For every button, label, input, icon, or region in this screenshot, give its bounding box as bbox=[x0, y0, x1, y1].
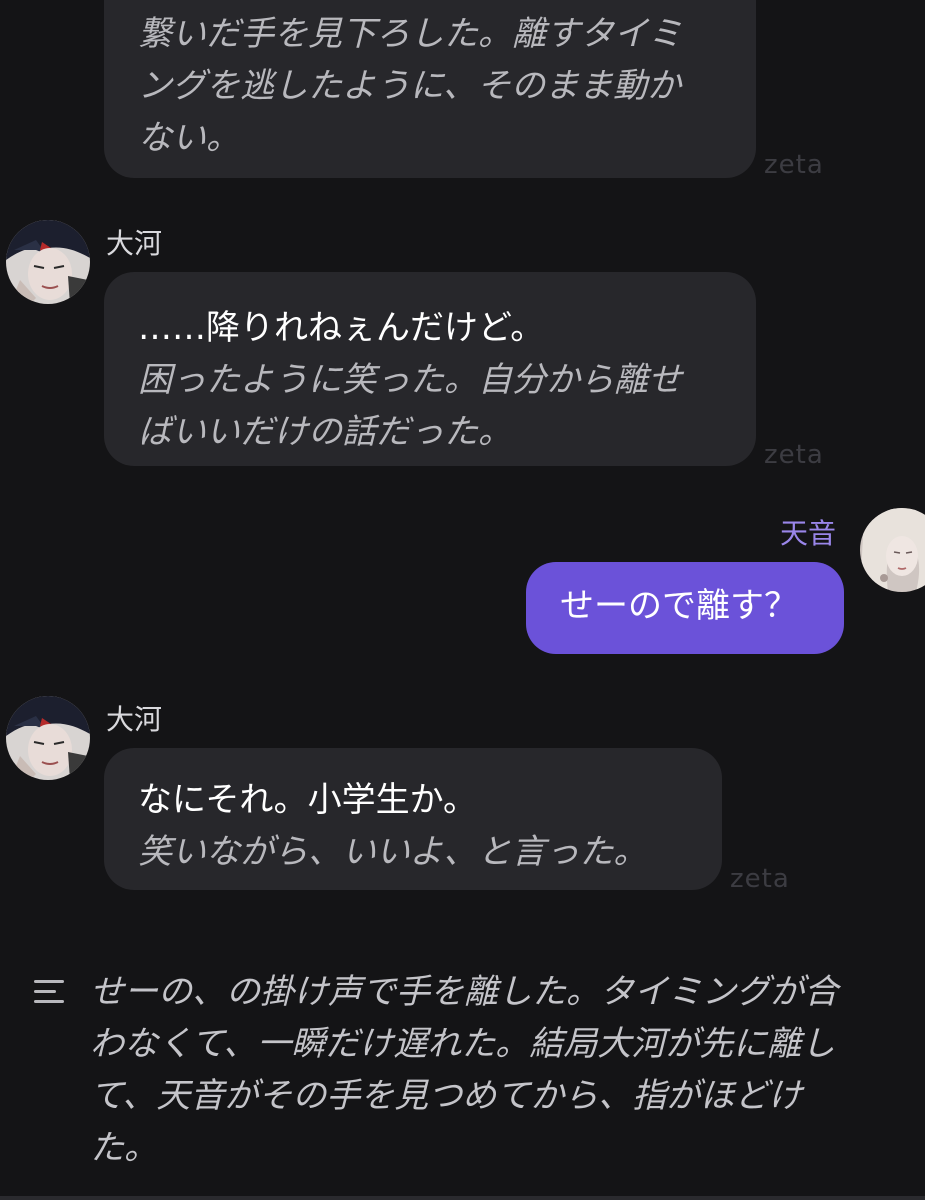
avatar-amane[interactable] bbox=[860, 508, 925, 592]
narration-line: わなくて、一瞬だけ遅れた。結局大河が先に離し bbox=[90, 1024, 836, 1064]
bot-message-bubble: 繋いだ手を見下ろした。離すタイミ ングを逃したように、そのまま動か ない。 bbox=[104, 0, 756, 178]
message-speech: ……降りれねぇんだけど。 bbox=[138, 308, 545, 348]
avatar-taiga[interactable] bbox=[6, 220, 90, 304]
sender-name-amane: 天音 bbox=[780, 517, 837, 550]
bot-message-bubble: ……降りれねぇんだけど。 困ったように笑った。自分から離せ ばいいだけの話だった… bbox=[104, 272, 756, 466]
zeta-watermark: zeta bbox=[730, 864, 790, 894]
avatar-taiga[interactable] bbox=[6, 696, 90, 780]
user-message-text: せーので離す？ bbox=[560, 586, 798, 626]
sender-name-taiga: 大河 bbox=[106, 227, 163, 260]
sender-name-taiga: 大河 bbox=[106, 703, 163, 736]
bot-message-bubble: なにそれ。小学生か。 笑いながら、いいよ、と言った。 bbox=[104, 748, 722, 890]
message-speech: なにそれ。小学生か。 bbox=[138, 780, 477, 820]
message-narration-line: 困ったように笑った。自分から離せ bbox=[138, 360, 682, 400]
message-narration-line: ない。 bbox=[138, 118, 240, 158]
message-narration-line: 繋いだ手を見下ろした。離すタイミ bbox=[138, 14, 682, 54]
bottom-divider bbox=[0, 1196, 925, 1200]
zeta-watermark: zeta bbox=[764, 440, 824, 470]
menu-lines-icon bbox=[34, 980, 64, 1004]
narration-text: せーの、の掛け声で手を離した。タイミングが合 わなくて、一瞬だけ遅れた。結局大河… bbox=[90, 966, 910, 1174]
message-narration-line: 笑いながら、いいよ、と言った。 bbox=[138, 832, 648, 872]
narration-line: て、天音がその手を見つめてから、指がほどけ bbox=[90, 1076, 803, 1116]
zeta-watermark: zeta bbox=[764, 150, 824, 180]
message-narration-line: ばいいだけの話だった。 bbox=[138, 412, 512, 452]
user-message-bubble: せーので離す？ bbox=[526, 562, 844, 654]
narration-line: せーの、の掛け声で手を離した。タイミングが合 bbox=[90, 972, 838, 1012]
message-narration-line: ングを逃したように、そのまま動か bbox=[138, 66, 681, 106]
narration-line: た。 bbox=[90, 1128, 158, 1168]
